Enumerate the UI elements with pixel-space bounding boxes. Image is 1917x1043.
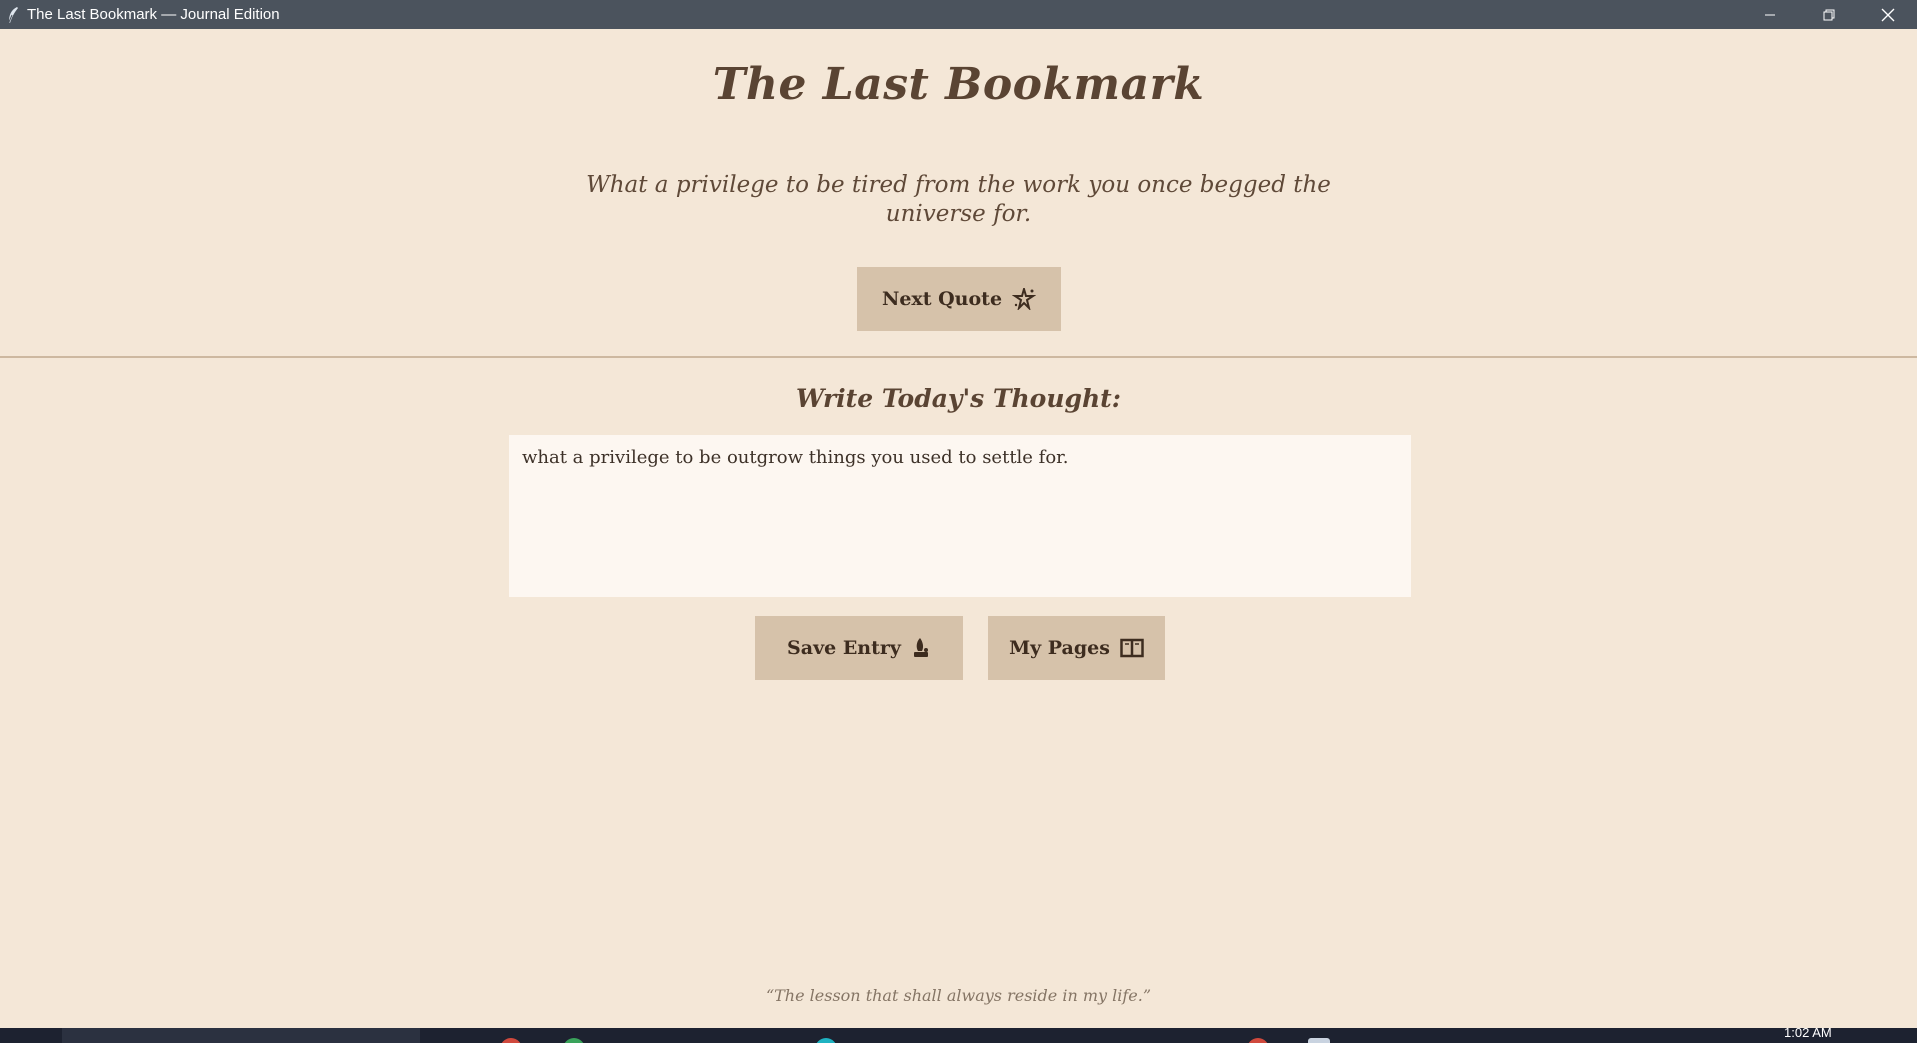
taskbar-search-box[interactable] [62, 1028, 420, 1043]
save-entry-label: Save Entry [787, 637, 901, 659]
save-entry-button[interactable]: Save Entry [755, 616, 963, 680]
my-pages-button[interactable]: My Pages [988, 616, 1165, 680]
taskbar-app-icon[interactable] [563, 1038, 585, 1043]
taskbar-app-icon[interactable] [500, 1038, 522, 1043]
quill-ink-icon [913, 638, 928, 657]
restore-icon [1823, 9, 1835, 20]
minimize-icon [1765, 14, 1775, 15]
minimize-button[interactable] [1741, 0, 1799, 29]
footer-quote: “The lesson that shall always reside in … [765, 986, 1152, 1005]
journal-app: The Last Bookmark What a privilege to be… [0, 29, 1917, 1028]
restore-button[interactable] [1800, 0, 1858, 29]
taskbar-app-icon[interactable] [1308, 1038, 1330, 1043]
feather-icon [8, 7, 18, 23]
my-pages-label: My Pages [1009, 637, 1110, 659]
thought-entry-field[interactable] [509, 435, 1411, 597]
next-quote-label: Next Quote [881, 288, 1003, 310]
daily-quote: What a privilege to be tired from the wo… [586, 172, 1331, 227]
taskbar-app-icon[interactable] [815, 1038, 837, 1043]
window-title: The Last Bookmark — Journal Edition [27, 6, 280, 23]
close-button[interactable] [1859, 0, 1917, 29]
app-title: The Last Bookmark [712, 59, 1205, 110]
thought-heading: Write Today's Thought: [796, 384, 1121, 413]
next-quote-button[interactable]: Next Quote [857, 267, 1061, 331]
section-divider [0, 356, 1917, 358]
close-icon [1881, 8, 1895, 21]
taskbar: 1:02 AM [0, 1028, 1917, 1043]
sparkle-icon [1012, 288, 1037, 310]
taskbar-app-icon[interactable] [1247, 1038, 1269, 1043]
window-titlebar: The Last Bookmark — Journal Edition [0, 0, 1917, 29]
open-book-icon [1120, 638, 1144, 658]
taskbar-clock[interactable]: 1:02 AM [1784, 1028, 1832, 1040]
